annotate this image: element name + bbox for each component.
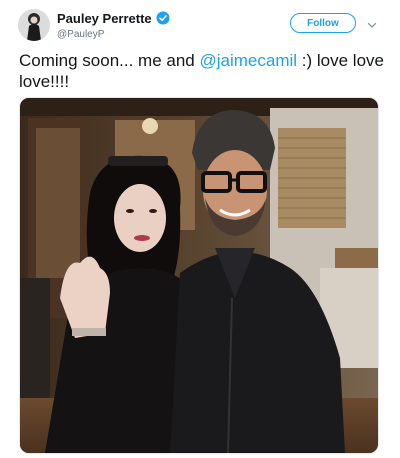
verified-badge-icon — [156, 11, 170, 25]
user-identity[interactable]: Pauley Perrette @PauleyP — [57, 10, 170, 40]
tweet-photo[interactable] — [19, 97, 379, 454]
user-handle[interactable]: @PauleyP — [57, 29, 170, 40]
display-name[interactable]: Pauley Perrette — [57, 11, 152, 26]
tweet-card: Pauley Perrette @PauleyP Follow Coming s… — [0, 0, 400, 458]
tweet-text-start: Coming soon... me and — [19, 51, 200, 70]
follow-button[interactable]: Follow — [290, 13, 356, 33]
user-avatar[interactable] — [18, 9, 50, 41]
chevron-down-icon[interactable] — [367, 17, 377, 28]
tweet-text: Coming soon... me and @jaimecamil :) lov… — [19, 50, 384, 92]
mention-link[interactable]: @jaimecamil — [199, 51, 297, 70]
